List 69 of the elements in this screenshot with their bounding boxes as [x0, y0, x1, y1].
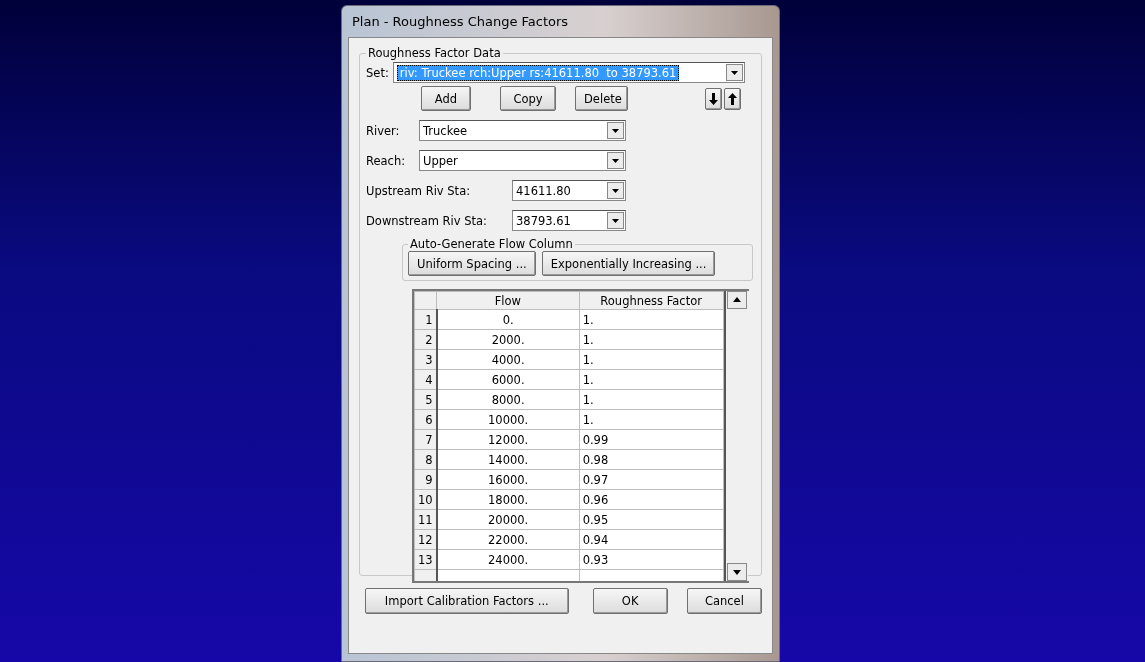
up-arrow-icon [728, 92, 737, 105]
table-cell[interactable]: 1. [579, 389, 724, 410]
row-number: 11 [414, 509, 437, 530]
row-number: 1 [414, 309, 437, 330]
table-cell[interactable]: 0.98 [579, 449, 724, 470]
table-cell[interactable]: 22000. [436, 529, 580, 550]
scroll-down-icon[interactable] [726, 563, 747, 581]
move-up-button[interactable] [724, 87, 741, 110]
dialog-button[interactable]: Cancel [686, 588, 762, 614]
row-number: 3 [414, 349, 437, 370]
scrollbar[interactable] [723, 291, 748, 581]
down-arrow-icon [709, 92, 718, 105]
dropdown-field[interactable]: Upper [419, 150, 626, 171]
scroll-up-icon[interactable] [726, 291, 747, 309]
set-button[interactable]: Delete [575, 86, 628, 111]
set-button[interactable]: Add [421, 86, 471, 111]
table-cell[interactable]: 14000. [436, 449, 580, 470]
table-cell[interactable]: 8000. [436, 389, 580, 410]
field-label: Downstream Riv Sta: [366, 213, 488, 228]
table-cell[interactable]: 0.94 [579, 529, 724, 550]
table-cell[interactable]: 1. [579, 409, 724, 430]
set-button[interactable]: Copy [500, 86, 556, 111]
header-corner [414, 291, 437, 310]
row-number: 7 [414, 429, 437, 450]
table-cell[interactable]: 2000. [436, 329, 580, 350]
dialog-button[interactable]: Import Calibration Factors ... [365, 588, 569, 614]
table-cell[interactable]: 4000. [436, 349, 580, 370]
table-cell[interactable]: 0. [436, 309, 580, 330]
group-title: Roughness Factor Data [367, 46, 502, 60]
row-number: 5 [414, 389, 437, 410]
row-number: 4 [414, 369, 437, 390]
dialog-button[interactable]: OK [592, 588, 668, 614]
field-label: Upstream Riv Sta: [366, 183, 472, 198]
table-cell[interactable]: 1. [579, 309, 724, 330]
move-down-button[interactable] [705, 87, 722, 110]
row-number: 6 [414, 409, 437, 430]
group-title: Auto-Generate Flow Column [409, 237, 574, 251]
table-cell[interactable]: 0.97 [579, 469, 724, 490]
row-number: 13 [414, 549, 437, 570]
window-title: Plan - Roughness Change Factors [351, 14, 569, 29]
table-cell[interactable]: 12000. [436, 429, 580, 450]
table-cell[interactable]: 0.99 [579, 429, 724, 450]
row-number: 9 [414, 469, 437, 490]
table-cell[interactable]: 1. [579, 349, 724, 370]
table-cell[interactable]: 6000. [436, 369, 580, 390]
column-header: Flow [436, 291, 580, 310]
column-header: Roughness Factor [579, 291, 724, 310]
dropdown-field[interactable]: 38793.61 [512, 210, 626, 231]
row-number: 2 [414, 329, 437, 350]
generate-button[interactable]: Uniform Spacing ... [408, 251, 536, 276]
table-cell[interactable]: 18000. [436, 489, 580, 510]
field-label: River: [366, 123, 401, 138]
row-number: 10 [414, 489, 437, 510]
dropdown-field[interactable]: Truckee [419, 120, 626, 141]
dropdown-field[interactable]: 41611.80 [512, 180, 626, 201]
table-cell[interactable]: 0.95 [579, 509, 724, 530]
table-cell[interactable]: 16000. [436, 469, 580, 490]
set-label: Set: [366, 65, 389, 80]
row-number: 8 [414, 449, 437, 470]
table-cell[interactable]: 20000. [436, 509, 580, 530]
table-cell[interactable]: 0.93 [579, 549, 724, 570]
table-cell[interactable]: 24000. [436, 549, 580, 570]
table-cell[interactable]: 10000. [436, 409, 580, 430]
table-cell[interactable]: 1. [579, 369, 724, 390]
generate-button[interactable]: Exponentially Increasing ... [541, 251, 716, 276]
table-cell[interactable]: 0.96 [579, 489, 724, 510]
field-label: Reach: [366, 153, 407, 168]
row-number: 12 [414, 529, 437, 550]
table-cell[interactable]: 1. [579, 329, 724, 350]
